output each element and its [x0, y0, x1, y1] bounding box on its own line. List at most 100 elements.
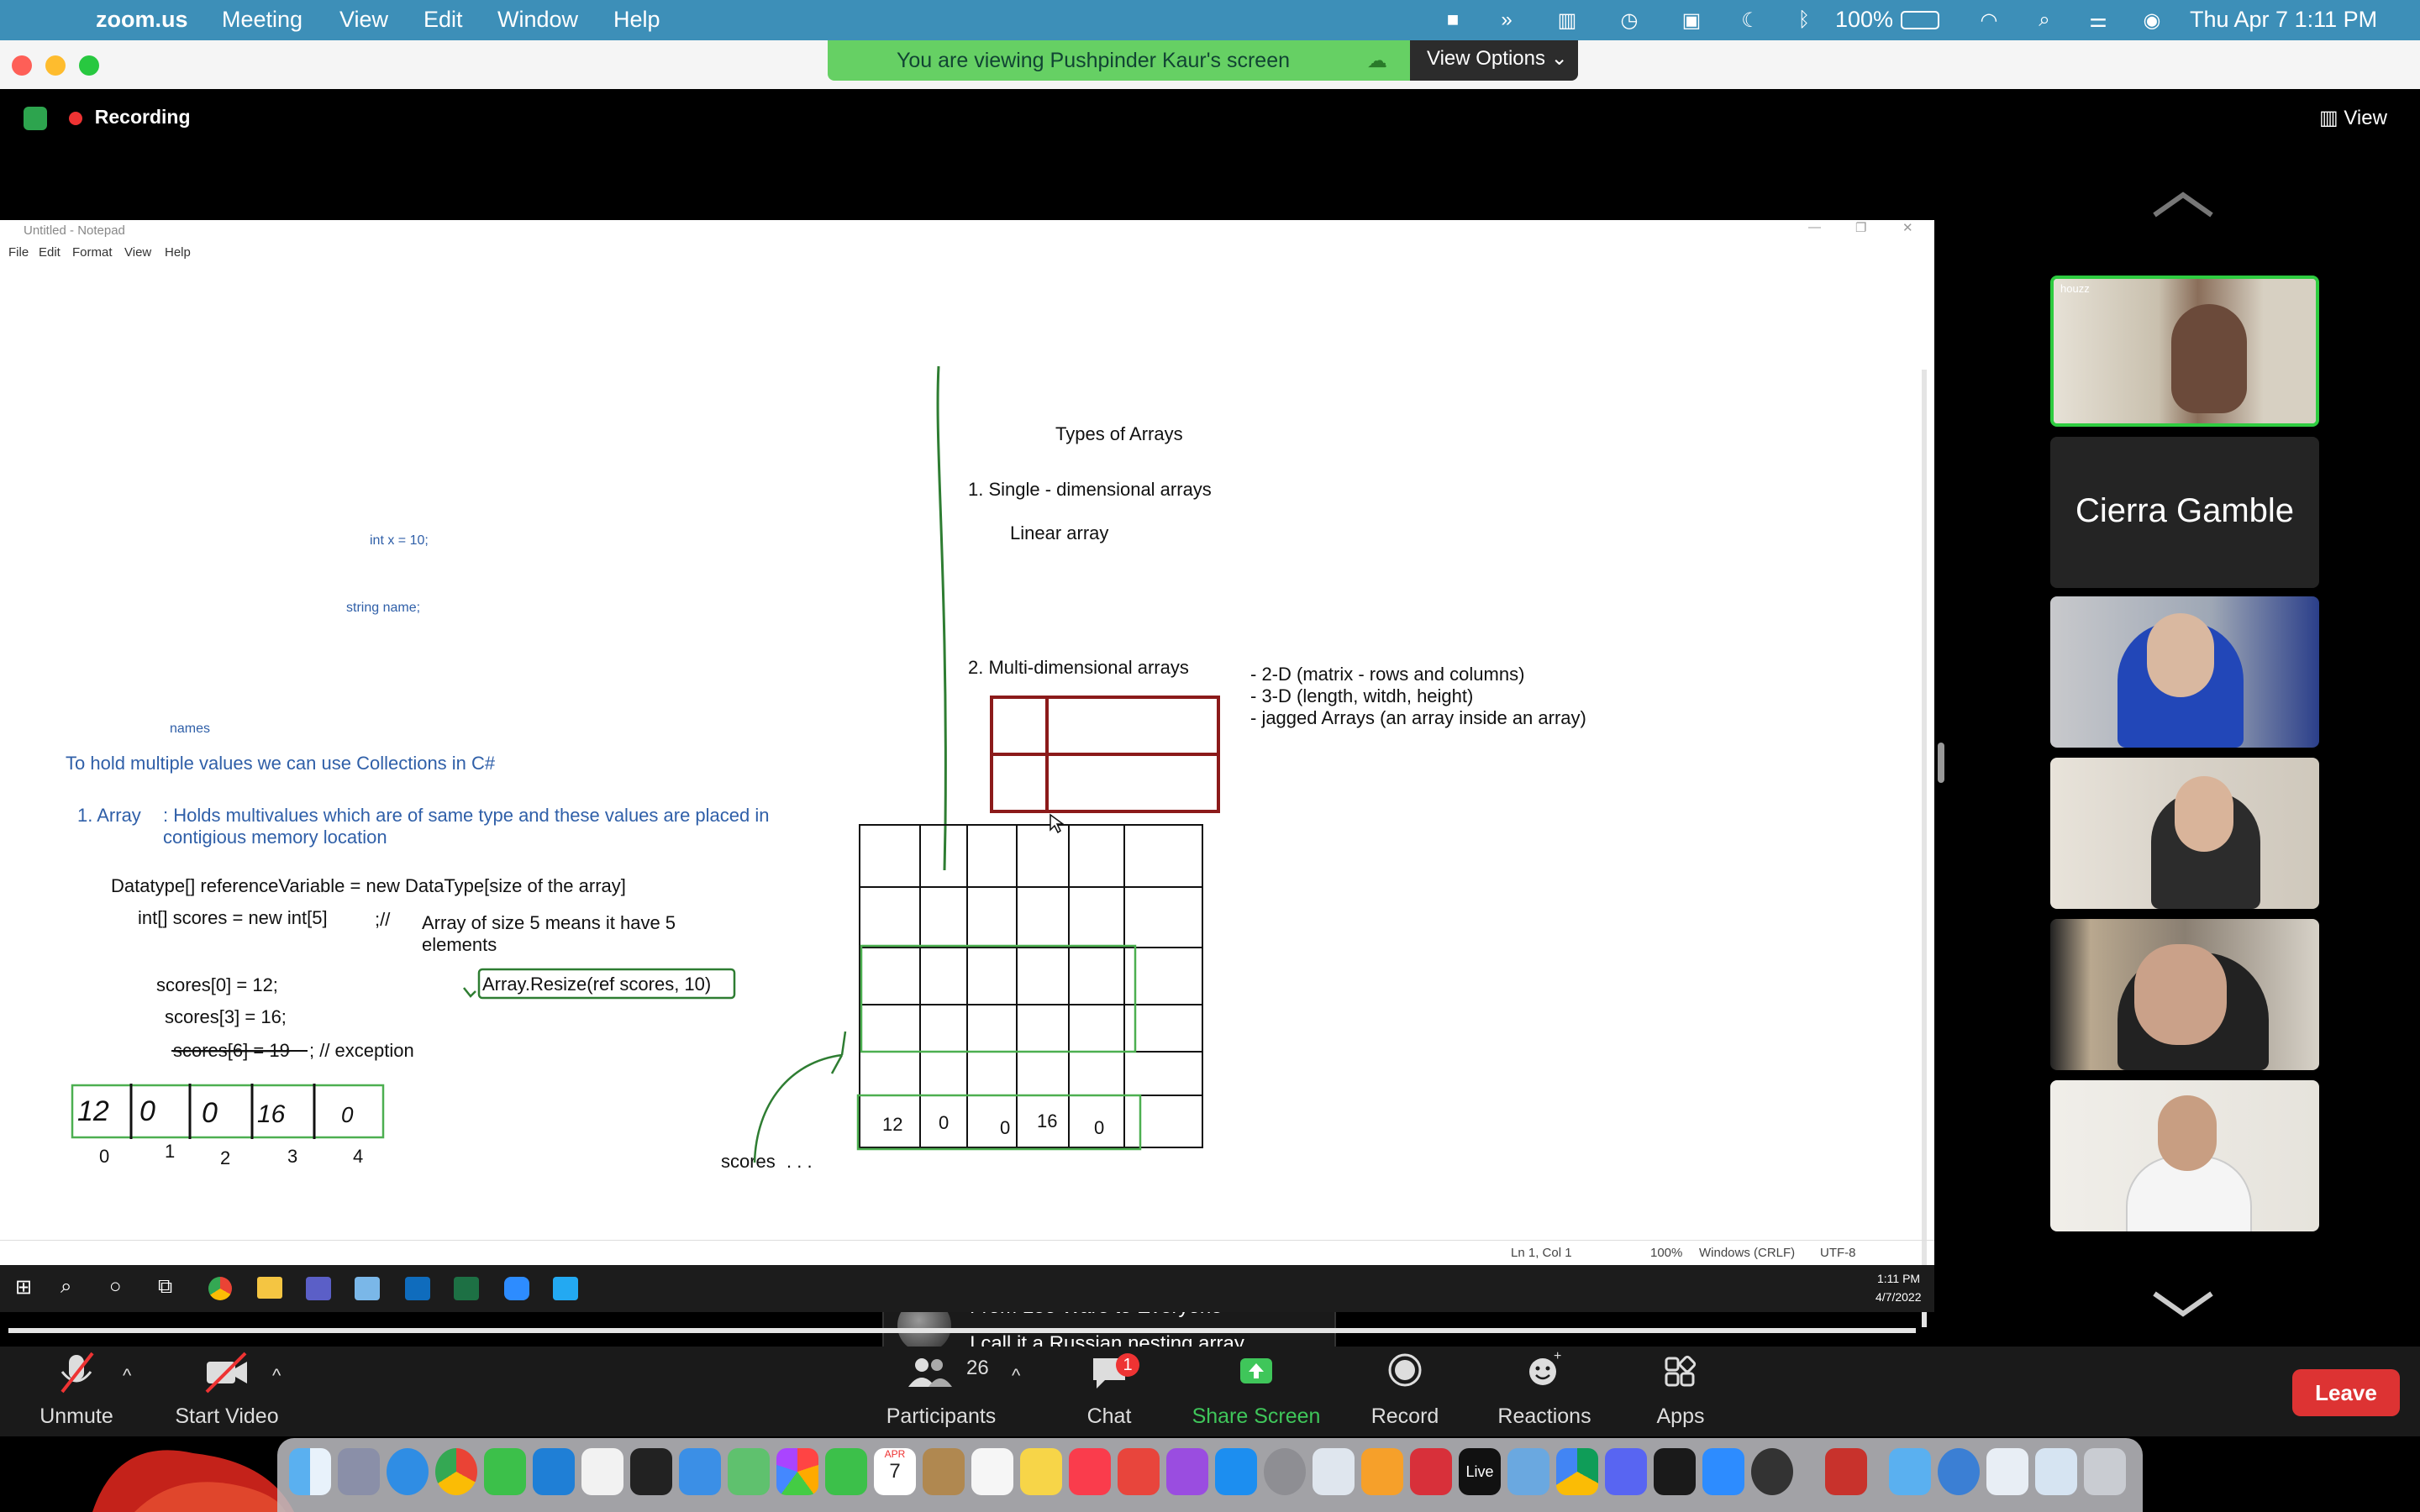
- video-tile[interactable]: [2050, 1080, 2319, 1231]
- google-drive-icon[interactable]: [1556, 1448, 1598, 1495]
- leave-button[interactable]: Leave: [2292, 1369, 2400, 1416]
- github-icon[interactable]: [1751, 1448, 1793, 1495]
- photos-icon[interactable]: [776, 1448, 818, 1495]
- wifi-icon[interactable]: ◠: [1976, 8, 2002, 32]
- network-icon[interactable]: [1938, 1448, 1980, 1495]
- avatar-app-icon[interactable]: [1507, 1448, 1549, 1495]
- terminal-icon[interactable]: [630, 1448, 672, 1495]
- finder-icon[interactable]: [289, 1448, 331, 1495]
- system-preferences-icon[interactable]: [1264, 1448, 1306, 1495]
- memory-icon[interactable]: ▥: [1555, 8, 1580, 32]
- preview-icon[interactable]: [1313, 1448, 1355, 1495]
- textedit-icon[interactable]: [581, 1448, 623, 1495]
- gallery-up-arrow-icon[interactable]: [2151, 190, 2215, 220]
- chat-button[interactable]: 1 Chat: [1067, 1350, 1151, 1428]
- menu-window[interactable]: Window: [497, 7, 578, 33]
- taskbar-time[interactable]: 1:11 PM: [1877, 1272, 1920, 1285]
- close-icon[interactable]: ✕: [1902, 220, 1913, 235]
- safari-icon[interactable]: [387, 1448, 429, 1495]
- np-menu-format[interactable]: Format: [72, 245, 113, 260]
- video-tile-name-only[interactable]: Cierra Gamble: [2050, 437, 2319, 588]
- discord-icon[interactable]: [1605, 1448, 1647, 1495]
- notes-icon[interactable]: [1020, 1448, 1062, 1495]
- search-icon[interactable]: ⌕: [60, 1275, 71, 1299]
- reminders-icon[interactable]: [971, 1448, 1013, 1495]
- start-video-button[interactable]: Start Video: [168, 1350, 286, 1428]
- zoom-icon[interactable]: [504, 1277, 529, 1300]
- search-icon[interactable]: ⌕: [2032, 8, 2057, 32]
- participants-button[interactable]: 26 Participants: [877, 1350, 1005, 1428]
- menu-meeting[interactable]: Meeting: [222, 7, 302, 33]
- task-view-icon[interactable]: ⧉: [158, 1275, 172, 1299]
- np-menu-file[interactable]: File: [8, 245, 29, 260]
- video-tile[interactable]: [2050, 758, 2319, 909]
- screen-icon[interactable]: ▣: [1679, 8, 1704, 32]
- bluetooth-icon[interactable]: ᛒ: [1791, 8, 1817, 32]
- menu-edit[interactable]: Edit: [424, 7, 463, 33]
- maps-icon[interactable]: [728, 1448, 770, 1495]
- trash-icon[interactable]: [2084, 1448, 2126, 1495]
- podcasts-icon[interactable]: [1166, 1448, 1208, 1495]
- view-button[interactable]: ▥ View: [2319, 106, 2387, 130]
- battery-icon[interactable]: [1901, 11, 1939, 29]
- record-button[interactable]: Record: [1363, 1350, 1447, 1428]
- mail-icon[interactable]: [679, 1448, 721, 1495]
- facetime-icon[interactable]: [825, 1448, 867, 1495]
- minimize-window-button[interactable]: [45, 55, 66, 76]
- teams-icon[interactable]: [306, 1277, 331, 1300]
- time-machine-icon[interactable]: ◷: [1617, 8, 1642, 32]
- siri-icon[interactable]: ◉: [2139, 8, 2165, 32]
- dictionary-icon[interactable]: [1825, 1448, 1867, 1495]
- calendar-icon[interactable]: APR 7: [874, 1448, 916, 1495]
- restore-icon[interactable]: ❐: [1855, 220, 1866, 235]
- cortana-icon[interactable]: ○: [109, 1275, 122, 1299]
- np-menu-help[interactable]: Help: [165, 245, 191, 260]
- taskbar-date[interactable]: 4/7/2022: [1876, 1290, 1922, 1304]
- folder-icon[interactable]: [257, 1277, 282, 1299]
- menu-help[interactable]: Help: [613, 7, 660, 33]
- recording-indicator[interactable]: Recording: [24, 106, 191, 130]
- view-options-button[interactable]: View Options ⌄: [1410, 40, 1578, 81]
- app-menu[interactable]: zoom.us: [96, 7, 188, 33]
- video-tile[interactable]: [2050, 596, 2319, 748]
- video-tile[interactable]: [2050, 919, 2319, 1070]
- files-stack-icon[interactable]: [2035, 1448, 2077, 1495]
- documents-stack-icon[interactable]: [1986, 1448, 2028, 1495]
- np-menu-view[interactable]: View: [124, 245, 151, 260]
- share-screen-button[interactable]: Share Screen: [1185, 1350, 1328, 1428]
- apps-button[interactable]: Apps: [1639, 1350, 1723, 1428]
- close-window-button[interactable]: [12, 55, 32, 76]
- excel-icon[interactable]: [454, 1277, 479, 1300]
- reactions-button[interactable]: + Reactions: [1494, 1349, 1595, 1428]
- app-store-icon[interactable]: [1215, 1448, 1257, 1495]
- ableton-live-icon[interactable]: Live: [1459, 1448, 1501, 1495]
- acrobat-icon[interactable]: [1410, 1448, 1452, 1495]
- music-icon[interactable]: [1069, 1448, 1111, 1495]
- video-tile-active-speaker[interactable]: houzz: [2050, 276, 2319, 427]
- vscode-icon[interactable]: [533, 1448, 575, 1495]
- zoom-icon[interactable]: [1702, 1448, 1744, 1495]
- launchpad-icon[interactable]: [338, 1448, 380, 1495]
- pages-icon[interactable]: [1361, 1448, 1403, 1495]
- moon-icon[interactable]: ☾: [1738, 8, 1763, 32]
- activity-monitor-icon[interactable]: [1654, 1448, 1696, 1495]
- participants-caret-icon[interactable]: ^: [1012, 1365, 1020, 1387]
- zoom-window-button[interactable]: [79, 55, 99, 76]
- fast-forward-icon[interactable]: »: [1494, 8, 1519, 32]
- panel-resize-handle[interactable]: [1938, 743, 1944, 783]
- menubar-clock[interactable]: Thu Apr 7 1:11 PM: [2190, 7, 2377, 33]
- zoom-status-icon[interactable]: ■: [1440, 8, 1465, 32]
- gallery-down-arrow-icon[interactable]: [2151, 1289, 2215, 1319]
- video-options-caret-icon[interactable]: ^: [272, 1365, 281, 1387]
- audio-options-caret-icon[interactable]: ^: [123, 1365, 131, 1387]
- windows-start-icon[interactable]: ⊞: [15, 1275, 32, 1299]
- chrome-icon[interactable]: [208, 1277, 232, 1300]
- downloads-folder-icon[interactable]: [1889, 1448, 1931, 1495]
- youtube-music-icon[interactable]: [1118, 1448, 1160, 1495]
- control-center-icon[interactable]: ⚌: [2086, 8, 2111, 32]
- vscode-icon[interactable]: [553, 1277, 578, 1300]
- minimize-icon[interactable]: —: [1808, 220, 1821, 234]
- contacts-icon[interactable]: [923, 1448, 965, 1495]
- chrome-icon[interactable]: [435, 1448, 477, 1495]
- menu-view[interactable]: View: [339, 7, 388, 33]
